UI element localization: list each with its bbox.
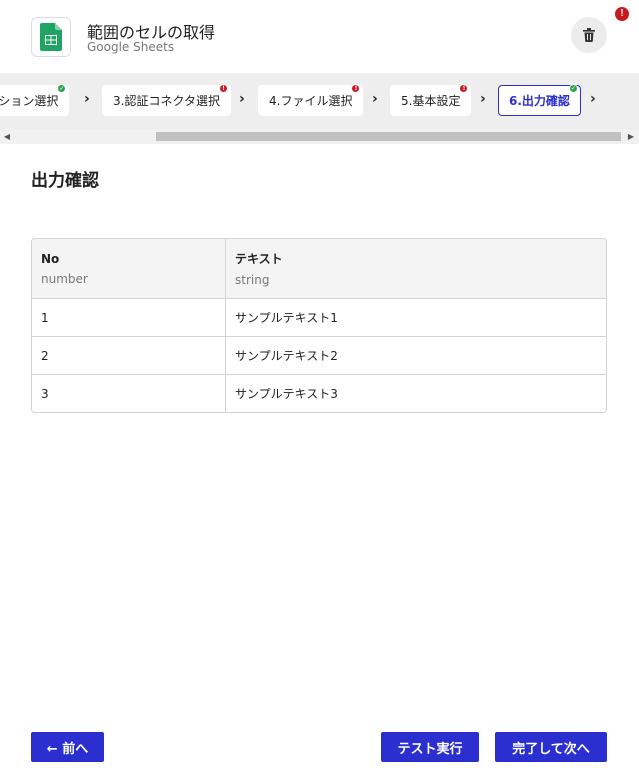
table-cell: サンプルテキスト1 xyxy=(226,299,606,336)
column-header: No number xyxy=(32,239,226,298)
prev-button[interactable]: ← 前へ xyxy=(31,732,104,762)
cell-value: 3 xyxy=(41,386,49,401)
output-table: No number テキスト string 1 サンプルテキスト1 2 サンプル… xyxy=(31,238,607,413)
chevron-right-icon: › xyxy=(480,91,486,107)
section-title: 出力確認 xyxy=(31,171,99,191)
column-type: string xyxy=(235,273,270,287)
table-cell: サンプルテキスト3 xyxy=(226,375,606,412)
step-navigation: アクション選択 ✓ › 3.認証コネクタ選択 ! › 4.ファイル選択 ! › … xyxy=(0,73,639,129)
cell-value: 2 xyxy=(41,348,49,363)
scroll-left-arrow-icon[interactable]: ◀ xyxy=(2,131,12,142)
check-icon: ✓ xyxy=(568,84,578,93)
trash-icon xyxy=(583,28,595,42)
check-icon: ✓ xyxy=(57,84,67,93)
step-output-confirm[interactable]: 6.出力確認 ✓ xyxy=(498,84,581,116)
column-name: No xyxy=(41,251,60,266)
step-action-select[interactable]: アクション選択 ✓ xyxy=(0,84,70,116)
error-icon: ! xyxy=(218,84,228,93)
cell-value: 1 xyxy=(41,310,49,325)
scroll-right-arrow-icon[interactable]: ▶ xyxy=(626,131,636,142)
step-file-select[interactable]: 4.ファイル選択 ! xyxy=(258,84,364,116)
chevron-right-icon: › xyxy=(84,91,90,107)
error-icon: ! xyxy=(459,84,469,93)
chevron-right-icon: › xyxy=(239,91,245,107)
table-row: 1 サンプルテキスト1 xyxy=(32,298,606,336)
step-label: 5.基本設定 xyxy=(401,94,461,108)
cell-value: サンプルテキスト1 xyxy=(235,311,338,325)
step-label: 4.ファイル選択 xyxy=(269,94,353,108)
scrollbar-thumb[interactable] xyxy=(156,132,621,141)
step-auth-connector[interactable]: 3.認証コネクタ選択 ! xyxy=(102,84,231,116)
cell-value: サンプルテキスト2 xyxy=(235,349,338,363)
modal-header: 範囲のセルの取得 Google Sheets ! xyxy=(0,0,639,73)
column-type: number xyxy=(41,271,88,286)
table-cell: 2 xyxy=(32,337,226,374)
google-sheets-icon xyxy=(31,17,71,57)
app-name: Google Sheets xyxy=(87,40,175,54)
cell-value: サンプルテキスト3 xyxy=(235,387,338,401)
table-row: 3 サンプルテキスト3 xyxy=(32,374,606,412)
step-basic-settings[interactable]: 5.基本設定 ! xyxy=(390,84,472,116)
delete-button[interactable] xyxy=(571,17,607,53)
table-header-row: No number テキスト string xyxy=(32,239,606,298)
table-row: 2 サンプルテキスト2 xyxy=(32,336,606,374)
chevron-right-icon: › xyxy=(590,91,596,107)
table-cell: 1 xyxy=(32,299,226,336)
chevron-right-icon: › xyxy=(372,91,378,107)
table-cell: サンプルテキスト2 xyxy=(226,337,606,374)
step-label: 3.認証コネクタ選択 xyxy=(113,94,220,108)
error-icon: ! xyxy=(351,84,361,93)
complete-next-button[interactable]: 完了して次へ xyxy=(495,732,607,762)
alert-badge: ! xyxy=(615,7,629,21)
column-name: テキスト xyxy=(235,252,283,266)
table-cell: 3 xyxy=(32,375,226,412)
column-header: テキスト string xyxy=(226,239,606,298)
step-label: アクション選択 xyxy=(0,94,59,108)
test-run-button[interactable]: テスト実行 xyxy=(381,732,479,762)
step-label: 6.出力確認 xyxy=(509,94,570,108)
horizontal-scrollbar[interactable]: ◀ ▶ xyxy=(0,129,639,144)
